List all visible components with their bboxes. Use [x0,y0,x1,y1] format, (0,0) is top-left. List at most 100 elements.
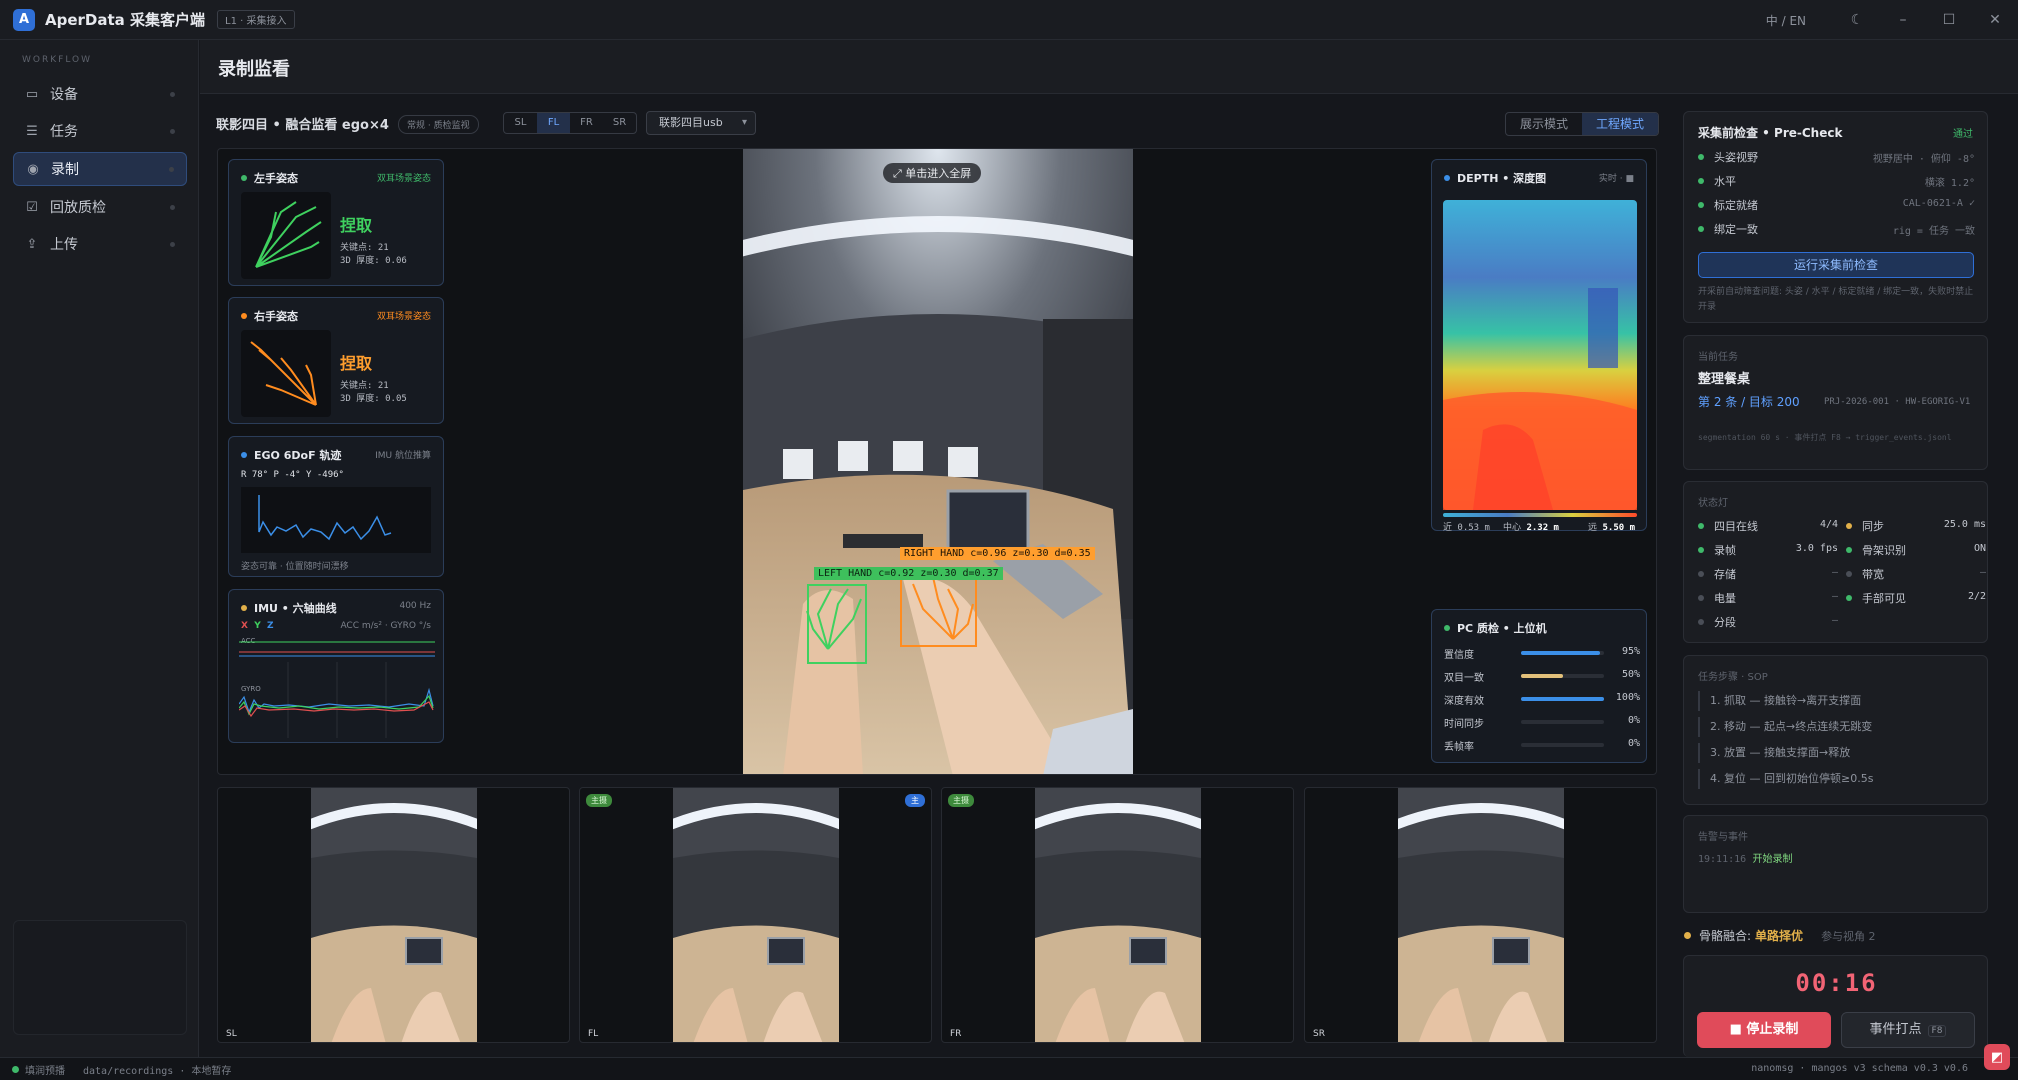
precheck-value: 横滚 1.2° [1924,178,1975,189]
status-label: 同步 [1862,520,1884,533]
status-header: 状态灯 [1698,498,1728,509]
sop-card: 任务步骤 · SOP 1. 抓取 — 接触铃→离开支撑面 2. 移动 — 起点→终… [1683,655,1988,805]
sidebar-item-label: 录制 [51,162,79,178]
precheck-title: 采集前检查 • Pre-Check [1698,126,1843,140]
cam-tab-sr[interactable]: SR [603,113,636,133]
camera-video[interactable]: ⤢ 单击进入全屏 RIGHT HAND c=0.96 z=0.30 d=0.35… [743,149,1133,774]
left-hand-tag: 双耳场景姿态 [376,174,431,184]
thumbnail-frame [1398,788,1564,1042]
qc-label: 丢帧率 [1444,742,1474,753]
status-label: 录帧 [1714,544,1736,557]
precheck-label: 标定就绪 [1714,199,1758,212]
qc-value: 100% [1615,692,1640,703]
minimize-icon[interactable]: – [1880,12,1926,28]
precheck-item: 绑定一致 rig = 任务 一致 [1698,221,1975,237]
status-value: – [1831,567,1838,578]
view-mode-tag: 常规 · 质检监视 [398,115,479,134]
depth-title: DEPTH • 深度图 [1457,172,1547,185]
right-hand-bbox [900,572,977,647]
status-dot [1698,523,1704,529]
cam-tab-sl[interactable]: SL [504,113,537,133]
events-card: 告警与事件 19:11:16 开始录制 [1683,815,1988,913]
qc-label: 时间同步 [1444,719,1484,730]
events-header: 告警与事件 [1698,832,1748,843]
sidebar-item-tasks[interactable]: ☰ 任务 [13,114,187,148]
right-hand-detection-label: RIGHT HAND c=0.96 z=0.30 d=0.35 [900,547,1095,560]
precheck-label: 头姿视野 [1714,151,1758,164]
cam-tab-fl[interactable]: FL [537,113,570,133]
thumbnail-label: FL [588,1029,599,1039]
main-viewer: ⤢ 单击进入全屏 RIGHT HAND c=0.96 z=0.30 d=0.35… [217,148,1657,775]
status-right: nanomsg · mangos v3 schema v0.3 v0.6 [1751,1063,1968,1074]
status-label: 存储 [1714,568,1736,581]
right-hand-keypoints: 关键点: 21 [340,381,389,391]
sidebar-item-playback-qc[interactable]: ☑ 回放质检 [13,190,187,224]
depth-center: 中心 2.32 m [1503,523,1559,533]
qc-label: 双目一致 [1444,673,1484,684]
status-dot [1846,547,1852,553]
status-light: 四目在线 4/4 [1698,518,1838,534]
camera-select[interactable]: 联影四目usb ▾ [646,111,756,135]
fullscreen-button[interactable]: ⤢ 单击进入全屏 [883,163,982,183]
status-lights-card: 状态灯 四目在线 4/4 同步 25.0 ms 录帧 3.0 fps 骨架识别 ON 存储 – 带宽… [1683,481,1988,643]
right-hand-panel: 右手姿态 双耳场景姿态 捏取 关键点: 21 3D 厚度: 0.05 [228,297,444,424]
status-value: 2/2 [1967,591,1986,602]
sidebar-item-upload[interactable]: ⇪ 上传 [13,227,187,261]
status-dot [1698,619,1704,625]
chevron-down-icon: ▾ [741,117,747,128]
left-hand-skeleton-icon [241,192,331,279]
mode-toggle: 展示模式 工程模式 [1505,112,1660,136]
sidebar-item-devices[interactable]: ▭ 设备 [13,77,187,111]
qc-row: 时间同步 0% [1444,715,1640,730]
monitor-icon: ▭ [25,86,39,102]
qc-row: 置信度 95% [1444,646,1640,661]
task-name: 整理餐桌 [1698,372,1751,387]
qc-bar-track [1521,651,1604,655]
camera-thumbnail-sl[interactable]: SL [217,787,570,1043]
left-hand-detection-label: LEFT HAND c=0.92 z=0.30 d=0.37 [814,567,1003,580]
page-header: 录制监看 [200,40,2018,94]
pc-qc-title: PC 质检 • 上位机 [1457,622,1547,635]
status-light: 手部可见 2/2 [1846,590,1986,606]
language-switch[interactable]: 中 / EN [1766,12,1806,29]
imu-title: IMU • 六轴曲线 [254,602,337,615]
camera-thumbnail-sr[interactable]: SR [1304,787,1657,1043]
close-icon[interactable]: ✕ [1972,12,2018,28]
task-progress: 第 2 条 / 目标 200 [1698,395,1800,409]
status-light: 同步 25.0 ms [1846,518,1986,534]
stop-recording-button[interactable]: ■ 停止录制 [1697,1012,1831,1048]
sop-step: 4. 复位 — 回到初始位停顿≥0.5s [1698,769,1974,789]
right-hand-skeleton-icon [241,330,331,417]
thumbnail-frame [311,788,477,1042]
app-logo: A [13,8,35,31]
status-value: 25.0 ms [1943,519,1986,530]
camera-thumbnail-fl[interactable]: FL 主摄 主 [579,787,932,1043]
left-hand-title: 左手姿态 [254,172,298,185]
feedback-icon[interactable]: ◩ [1984,1044,2010,1070]
camera-thumbnail-fr[interactable]: FR 主摄 [941,787,1294,1043]
qc-bar-fill [1521,651,1600,655]
sidebar-item-label: 回放质检 [50,200,106,216]
precheck-item: 头姿视野 视野居中 · 俯仰 -8° [1698,149,1975,165]
qc-bar-fill [1521,674,1563,678]
mode-engineering-button[interactable]: 工程模式 [1582,113,1659,135]
maximize-icon[interactable]: ☐ [1926,12,1972,28]
ego-footer-note: 姿态可靠 · 位置随时间漂移 [241,562,349,572]
sop-step: 1. 抓取 — 接触铃→离开支撑面 [1698,691,1974,711]
qc-value: 95% [1621,646,1640,657]
theme-toggle-icon[interactable]: ☾ [1834,12,1880,28]
precheck-card: 采集前检查 • Pre-Check 通过 头姿视野 视野居中 · 俯仰 -8° 水平… [1683,111,1988,323]
cam-tab-fr[interactable]: FR [570,113,603,133]
qc-bar-track [1521,720,1604,724]
run-precheck-button[interactable]: 运行采集前检查 [1698,252,1974,278]
record-icon: ◉ [27,161,39,177]
task-project: PRJ-2026-001 · HW-EGORIG-V1 [1824,397,1971,407]
status-label: 分段 [1714,616,1736,629]
mode-display-button[interactable]: 展示模式 [1506,113,1582,135]
status-left: 填润预播 [25,1065,65,1077]
precheck-status: 通过 [1953,129,1973,140]
status-dot [1698,595,1704,601]
event-mark-button[interactable]: 事件打点 F8 [1841,1012,1975,1048]
sidebar-item-record[interactable]: ◉ 录制 [13,152,187,186]
ego-trajectory-plot [241,487,431,553]
